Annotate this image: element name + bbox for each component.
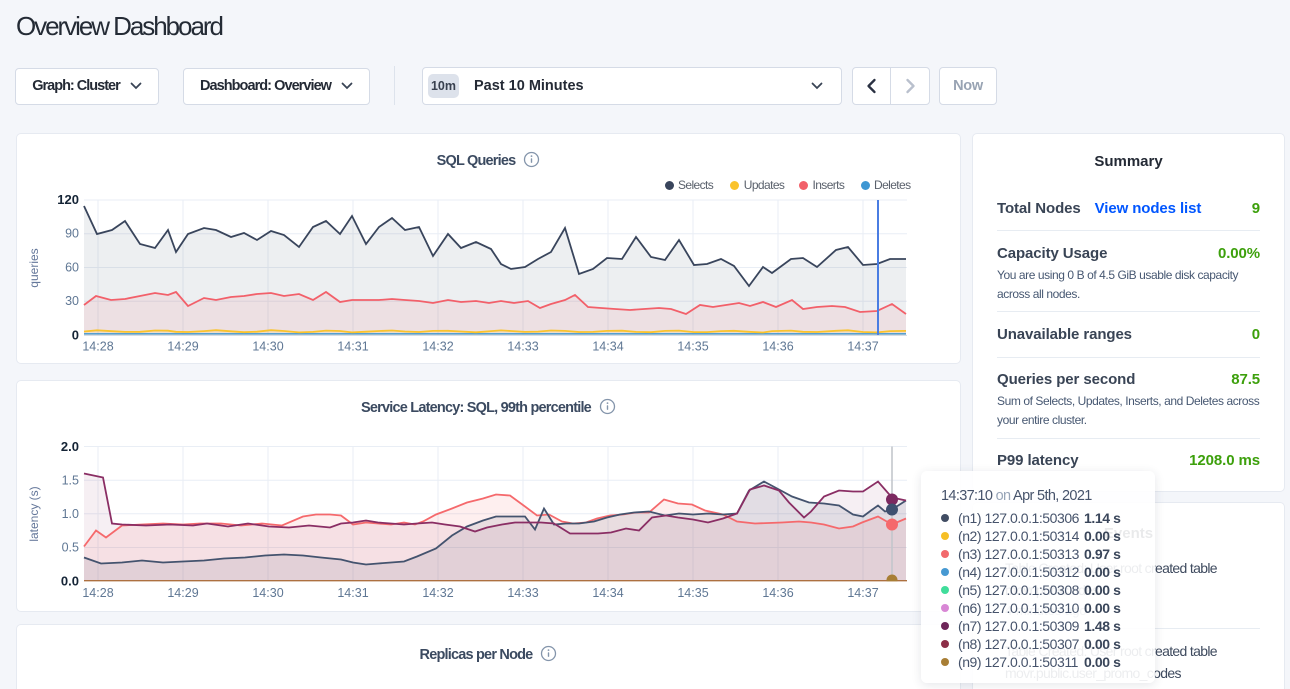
- svg-text:14:32: 14:32: [422, 340, 453, 354]
- svg-text:14:30: 14:30: [252, 340, 283, 354]
- svg-text:60: 60: [65, 261, 79, 275]
- svg-text:14:35: 14:35: [677, 586, 708, 600]
- svg-text:14:37: 14:37: [847, 340, 878, 354]
- svg-text:14:33: 14:33: [507, 340, 538, 354]
- svg-text:14:33: 14:33: [507, 586, 538, 600]
- svg-text:120: 120: [57, 192, 79, 207]
- svg-text:30: 30: [65, 294, 79, 308]
- svg-text:14:31: 14:31: [337, 340, 368, 354]
- svg-text:14:29: 14:29: [167, 340, 198, 354]
- svg-text:0.0: 0.0: [61, 573, 79, 588]
- svg-text:0.5: 0.5: [62, 541, 79, 555]
- svg-text:14:35: 14:35: [677, 340, 708, 354]
- svg-text:2.0: 2.0: [61, 439, 79, 454]
- svg-text:14:36: 14:36: [762, 586, 793, 600]
- svg-text:latency (s): latency (s): [27, 486, 41, 541]
- svg-text:14:32: 14:32: [422, 586, 453, 600]
- svg-text:0: 0: [72, 328, 79, 343]
- svg-text:90: 90: [65, 227, 79, 241]
- svg-text:14:34: 14:34: [592, 340, 623, 354]
- svg-text:14:31: 14:31: [337, 586, 368, 600]
- svg-text:14:28: 14:28: [82, 340, 113, 354]
- svg-text:14:29: 14:29: [167, 586, 198, 600]
- svg-text:14:34: 14:34: [592, 586, 623, 600]
- svg-text:14:37: 14:37: [847, 586, 878, 600]
- svg-text:14:30: 14:30: [252, 586, 283, 600]
- svg-text:1.0: 1.0: [62, 507, 79, 521]
- svg-text:14:36: 14:36: [762, 340, 793, 354]
- svg-text:1.5: 1.5: [62, 473, 79, 487]
- svg-text:14:28: 14:28: [82, 586, 113, 600]
- svg-text:queries: queries: [27, 248, 41, 287]
